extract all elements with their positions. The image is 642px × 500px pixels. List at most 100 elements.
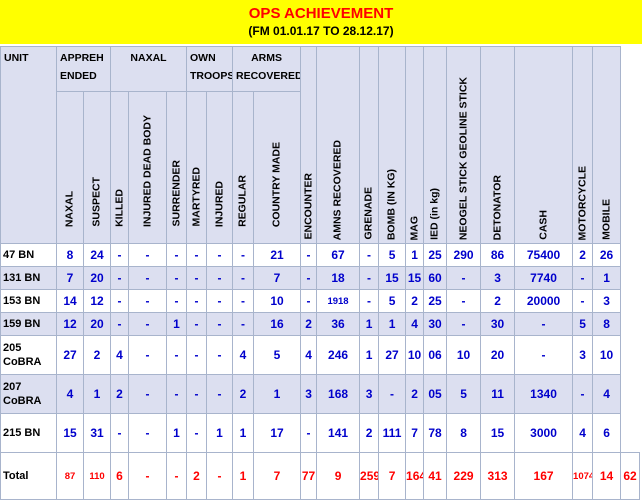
value-cell: 25 (423, 243, 448, 267)
value-cell: 24 (83, 243, 111, 267)
value-cell: - (205, 335, 234, 375)
column-header-label: SUSPECT (90, 177, 103, 227)
value-cell: 06 (423, 335, 448, 375)
value-cell: 16 (253, 312, 302, 336)
value-cell: - (205, 266, 234, 290)
value-cell: 7 (253, 266, 302, 290)
value-cell: 229 (446, 452, 482, 500)
value-cell: - (359, 266, 380, 290)
column-header-label: NEOGEL STICK GEOLINE STICK (457, 76, 470, 240)
unit-cell: 207 CoBRA (0, 374, 57, 414)
group-apprehended: APPREH ENDED (56, 46, 111, 92)
value-cell: 14 (56, 289, 84, 313)
value-cell: - (205, 289, 234, 313)
value-cell: - (186, 335, 207, 375)
value-cell: 3 (359, 374, 380, 414)
column-header-label: NAXAL (63, 190, 76, 227)
column-header-label: SURRENDER (170, 160, 182, 227)
value-cell: 5 (253, 335, 302, 375)
table-row: 131 BN 7 20- --- --7 -18- 15 15 60 -3 7740 -… (0, 266, 640, 290)
value-cell: 107480 (572, 452, 594, 500)
col-ied: IED (in kg) (423, 46, 448, 244)
column-header-label: COUNTRY MADE (270, 141, 283, 227)
value-cell: 1 (205, 413, 234, 453)
col-suspect: SUSPECT (83, 90, 111, 245)
value-cell: 20 (480, 335, 516, 375)
value-cell: - (446, 266, 482, 290)
value-cell: 2 (83, 335, 111, 375)
value-cell: - (128, 312, 167, 336)
value-cell: 36 (316, 312, 361, 336)
value-cell: 2 (359, 413, 380, 453)
value-cell: - (205, 243, 234, 267)
value-cell: 18 (316, 266, 361, 290)
value-cell: 290 (446, 243, 482, 267)
col-neogel: NEOGEL STICK GEOLINE STICK (446, 46, 482, 244)
col-surrender: SURRENDER (166, 90, 187, 245)
value-cell: 1 (359, 312, 380, 336)
value-cell: - (572, 266, 594, 290)
value-cell: 15 (378, 266, 407, 290)
value-cell: 25 (423, 289, 448, 313)
unit-cell: 159 BN (0, 312, 57, 336)
value-cell: 164 (405, 452, 425, 500)
value-cell: 141 (316, 413, 361, 453)
value-cell: - (300, 413, 318, 453)
value-cell: 10 (253, 289, 302, 313)
value-cell: - (514, 335, 574, 375)
value-cell: 2 (232, 374, 255, 414)
table-row: 159 BN 12 20- -1- - -16 2 36 1 1 4 30 -30- 58 (0, 312, 640, 336)
col-detonator: DETONATOR (480, 46, 516, 244)
value-cell: 4 (56, 374, 84, 414)
value-cell: 10 (405, 335, 425, 375)
value-cell: 30 (423, 312, 448, 336)
col-killed: KILLED (110, 90, 129, 245)
value-cell: - (300, 266, 318, 290)
value-cell: - (166, 452, 187, 500)
column-header-label: MARTYRED (190, 167, 202, 227)
value-cell: 2 (405, 374, 425, 414)
col-naxal-apprehended: NAXAL (56, 90, 84, 245)
unit-cell: 131 BN (0, 266, 57, 290)
value-cell: 11 (480, 374, 516, 414)
value-cell: 1918 (316, 289, 361, 313)
value-cell: - (205, 452, 234, 500)
value-cell: 4 (572, 413, 594, 453)
value-cell: 246 (316, 335, 361, 375)
value-cell: 20 (83, 266, 111, 290)
value-cell: 15 (480, 413, 516, 453)
value-cell: - (300, 243, 318, 267)
value-cell: 05 (423, 374, 448, 414)
value-cell: 3 (592, 289, 622, 313)
total-row: Total 871106 --2 -17 7792594 716441 2293… (0, 452, 640, 500)
value-cell: 15 (56, 413, 84, 453)
value-cell: - (514, 312, 574, 336)
value-cell: - (378, 374, 407, 414)
value-cell: - (186, 243, 207, 267)
value-cell: 4 (300, 335, 318, 375)
value-cell: 27 (56, 335, 84, 375)
col-injured-dead-body: INJURED DEAD BODY (128, 90, 167, 245)
value-cell: 7 (378, 452, 407, 500)
value-cell: 12 (83, 289, 111, 313)
value-cell: - (128, 374, 167, 414)
value-cell: 313 (480, 452, 516, 500)
value-cell: 6 (592, 413, 622, 453)
value-cell: 2 (405, 289, 425, 313)
value-cell: 60 (423, 266, 448, 290)
value-cell: - (110, 289, 129, 313)
table-row: 207 CoBRA 412 --- -21 3 168 3 -2 05 5 11 1340… (0, 374, 640, 414)
value-cell: 41 (423, 452, 448, 500)
value-cell: 8 (56, 243, 84, 267)
value-cell: 75400 (514, 243, 574, 267)
date-range: (FM 01.01.17 TO 28.12.17) (248, 24, 394, 38)
value-cell: 4 (405, 312, 425, 336)
value-cell: 5 (378, 289, 407, 313)
value-cell: - (110, 266, 129, 290)
col-country-made: COUNTRY MADE (253, 90, 302, 245)
table-row: 215 BN 15 31- -1- 1 1 17 -141 2 111 7 78 8 15 30… (0, 413, 640, 453)
value-cell: 21 (253, 243, 302, 267)
value-cell: 7 (405, 413, 425, 453)
value-cell: 67 (316, 243, 361, 267)
group-own-troops: OWN TROOPS (185, 46, 234, 92)
